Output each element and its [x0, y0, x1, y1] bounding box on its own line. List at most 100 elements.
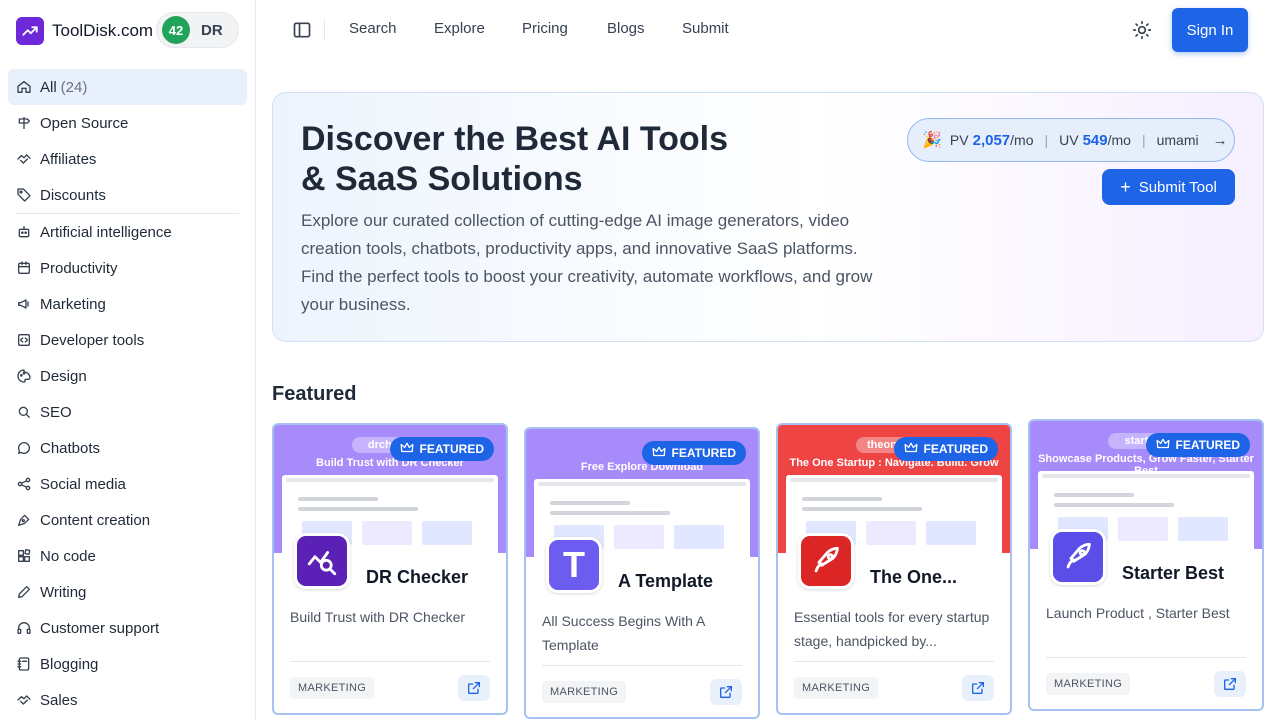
tool-name[interactable]: DR Checker: [366, 567, 468, 588]
card-divider: [1046, 657, 1246, 658]
category-tag[interactable]: MARKETING: [1046, 673, 1131, 695]
sidebar-item-label: All: [40, 78, 57, 96]
headset-icon: [16, 620, 32, 636]
sidebar-item-discounts[interactable]: Discounts: [8, 177, 247, 213]
brand-name: ToolDisk.com: [52, 21, 154, 40]
sidebar-item-sales[interactable]: Sales: [8, 682, 247, 718]
brand[interactable]: ToolDisk.com: [16, 12, 153, 50]
blocks-icon: [16, 548, 32, 564]
sidebar-item-label: Developer tools: [40, 331, 145, 349]
tool-card[interactable]: theonesta The One Startup : Navigate. Bui…: [776, 423, 1012, 715]
dr-label: DR: [201, 21, 223, 39]
tool-description: All Success Begins With A Template: [542, 613, 705, 653]
sign-in-button[interactable]: Sign In: [1172, 8, 1248, 52]
sidebar-item-seo[interactable]: SEO: [8, 394, 247, 430]
palette-icon: [16, 368, 32, 384]
tool-card[interactable]: Free Explore Download FEATURED T A Template…: [524, 427, 760, 719]
sidebar-item-label: Content creation: [40, 511, 151, 529]
screenshot-block: [1118, 517, 1168, 541]
sidebar-item-label: Customer support: [40, 619, 160, 637]
screenshot-line: [298, 507, 418, 511]
share-icon: [16, 476, 32, 492]
sidebar-item-blogging[interactable]: Blogging: [8, 646, 247, 682]
sidebar-item-no-code[interactable]: No code: [8, 538, 247, 574]
tool-logo-icon: [294, 533, 350, 589]
sidebar-item-artificial-intelligence[interactable]: Artificial intelligence: [8, 214, 247, 250]
screenshot-line: [298, 497, 378, 501]
tool-card[interactable]: starterb Showcase Products, Grow Faster, …: [1028, 419, 1264, 711]
sidebar-item-design[interactable]: Design: [8, 358, 247, 394]
tool-name[interactable]: Starter Best: [1122, 563, 1224, 584]
sidebar-item-chatbots[interactable]: Chatbots: [8, 430, 247, 466]
tool-description: Essential tools for every startup stage,…: [794, 609, 990, 649]
category-tag[interactable]: MARKETING: [542, 681, 627, 703]
traffic-stats-pill[interactable]: 🎉 PV 2,057 /mo | UV 549 /mo | umami →: [907, 118, 1235, 162]
external-link-icon[interactable]: [1214, 671, 1246, 697]
nav-link-submit[interactable]: Submit: [682, 20, 729, 37]
pv-label: PV: [949, 132, 969, 148]
notebook-icon: [16, 656, 32, 672]
sidebar-item-writing[interactable]: Writing: [8, 574, 247, 610]
sidebar-item-count: (24): [60, 78, 88, 96]
crown-icon: [400, 442, 414, 457]
arrow-right-icon: →: [1212, 131, 1228, 149]
category-list: Artificial intelligence Productivity Marke…: [8, 214, 247, 718]
domain-rating-badge[interactable]: 42 DR: [156, 12, 239, 48]
analytics-provider: umami: [1156, 132, 1199, 148]
sidebar-item-label: Artificial intelligence: [40, 223, 172, 241]
external-link-icon[interactable]: [458, 675, 490, 701]
top-bar: Search Explore Pricing Blogs Submit Sign…: [256, 0, 1280, 60]
tag-icon: [16, 187, 32, 203]
screenshot-navbar: [286, 478, 494, 482]
tool-card[interactable]: drcheck Build Trust with DR Checker FEATUR…: [272, 423, 508, 715]
screenshot-line: [550, 501, 630, 505]
handshake-icon: [16, 692, 32, 708]
screenshot-line: [1054, 503, 1174, 507]
sidebar-item-affiliates[interactable]: Affiliates: [8, 141, 247, 177]
sidebar-item-developer-tools[interactable]: Developer tools: [8, 322, 247, 358]
sidebar-item-customer-support[interactable]: Customer support: [8, 610, 247, 646]
sidebar-item-content-creation[interactable]: Content creation: [8, 502, 247, 538]
home-icon: [16, 79, 32, 95]
tool-name[interactable]: The One...: [870, 567, 957, 588]
tool-logo-icon: [798, 533, 854, 589]
sidebar-item-label: Discounts: [40, 186, 106, 204]
party-popper-icon: 🎉: [922, 132, 942, 149]
hero-title: Discover the Best AI Tools & SaaS Soluti…: [301, 120, 728, 198]
pv-value: 2,057: [972, 131, 1011, 149]
sun-icon[interactable]: [1132, 20, 1152, 40]
external-link-icon[interactable]: [710, 679, 742, 705]
sidebar-item-label: Productivity: [40, 259, 118, 277]
card-icon-letter: T: [563, 544, 585, 585]
screenshot-line: [802, 507, 922, 511]
uv-value: 549: [1082, 131, 1108, 149]
external-link-icon[interactable]: [962, 675, 994, 701]
screenshot-block: [422, 521, 472, 545]
sidebar-item-productivity[interactable]: Productivity: [8, 250, 247, 286]
card-divider: [542, 665, 742, 666]
submit-tool-button[interactable]: + Submit Tool: [1102, 169, 1235, 205]
sidebar-item-label: Affiliates: [40, 150, 97, 168]
nav-link-search[interactable]: Search: [349, 20, 397, 37]
category-tag[interactable]: MARKETING: [794, 677, 879, 699]
category-tag[interactable]: MARKETING: [290, 677, 375, 699]
tool-name[interactable]: A Template: [618, 571, 713, 592]
chat-icon: [16, 440, 32, 456]
sidebar-toggle-icon[interactable]: [292, 20, 312, 40]
sidebar-item-social-media[interactable]: Social media: [8, 466, 247, 502]
sidebar-item-label: No code: [40, 547, 96, 565]
sidebar-item-label: Open Source: [40, 114, 129, 132]
card-divider: [794, 661, 994, 662]
nav-link-blogs[interactable]: Blogs: [607, 20, 645, 37]
screenshot-navbar: [1042, 474, 1250, 478]
sidebar-item-all[interactable]: All (24): [8, 69, 247, 105]
tool-logo-icon: T: [546, 537, 602, 593]
screenshot-line: [1054, 493, 1134, 497]
screenshot-block: [866, 521, 916, 545]
toolbar-divider: [324, 20, 325, 40]
sidebar-item-open-source[interactable]: Open Source: [8, 105, 247, 141]
nav-link-explore[interactable]: Explore: [434, 20, 485, 37]
sidebar-item-marketing[interactable]: Marketing: [8, 286, 247, 322]
sidebar-item-label: Social media: [40, 475, 126, 493]
nav-link-pricing[interactable]: Pricing: [522, 20, 568, 37]
